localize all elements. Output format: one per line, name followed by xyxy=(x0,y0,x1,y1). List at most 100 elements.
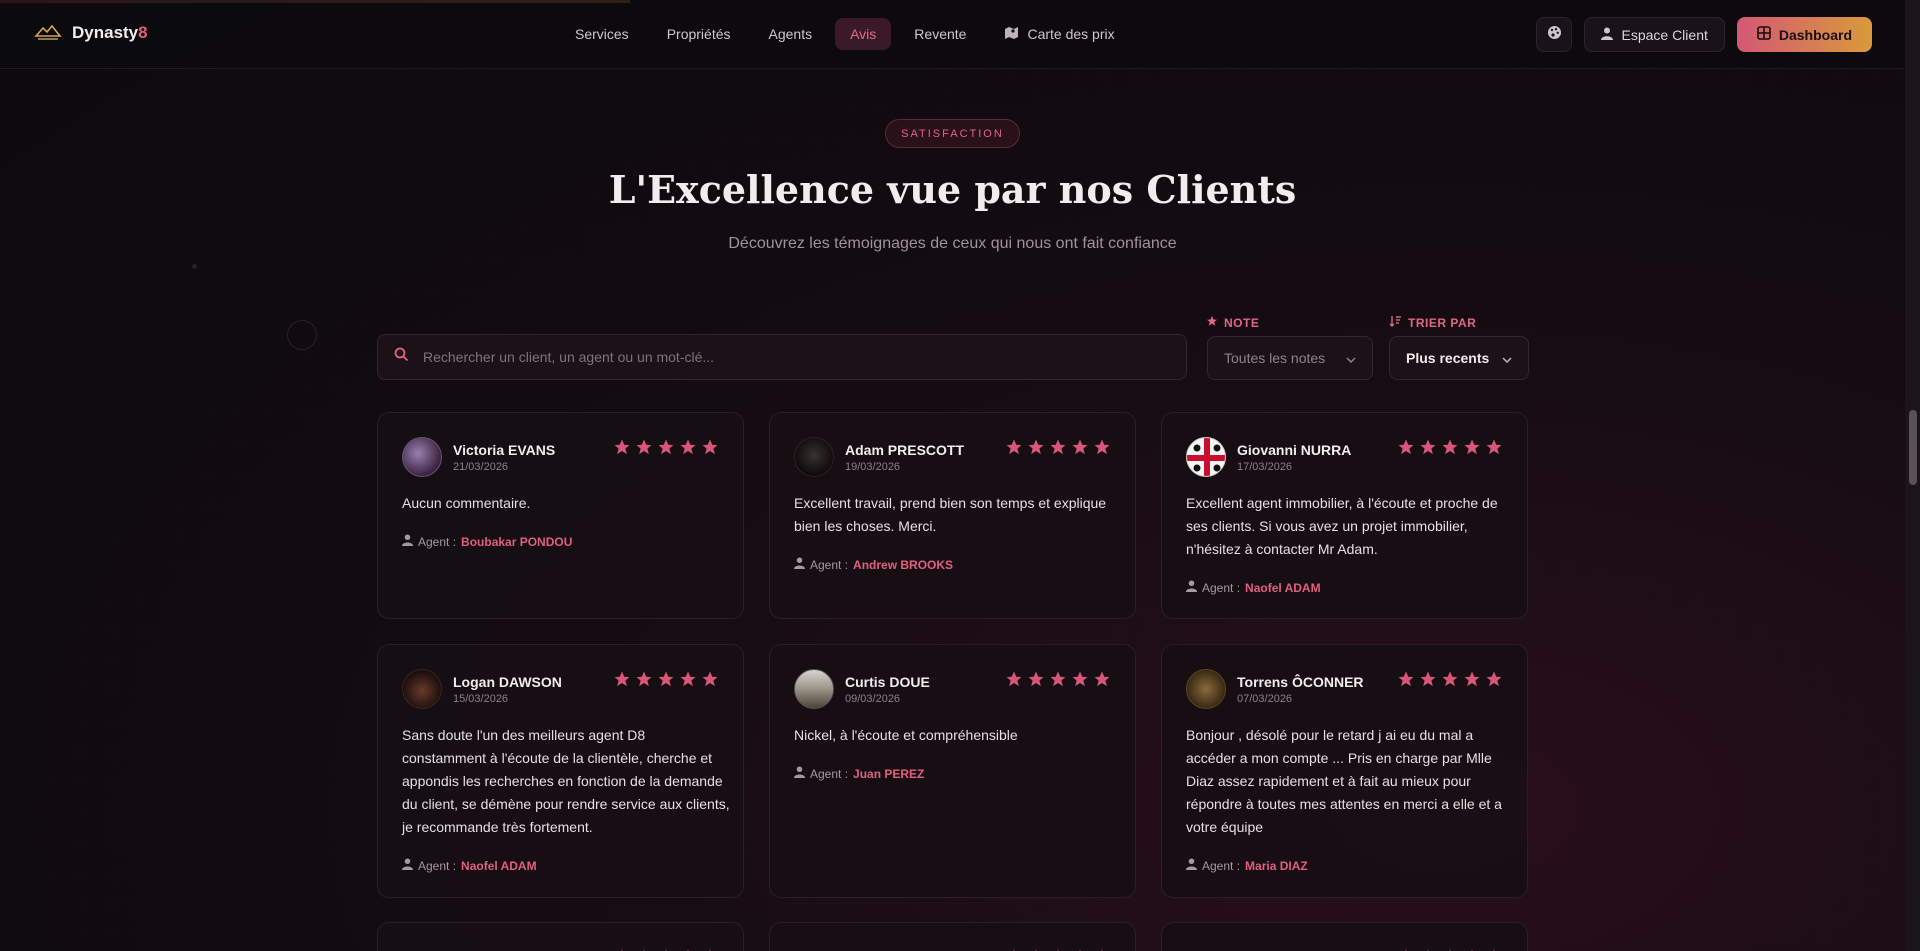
avatar xyxy=(794,437,834,477)
review-card xyxy=(377,922,744,951)
avatar xyxy=(794,669,834,709)
star-icon xyxy=(1485,438,1503,461)
nav-actions: Espace Client Dashboard xyxy=(1536,17,1872,52)
review-date: 09/03/2026 xyxy=(845,693,901,705)
user-icon xyxy=(1601,27,1614,43)
agent-link[interactable]: Naofel ADAM xyxy=(1245,581,1321,595)
star-icon xyxy=(1397,438,1415,461)
grid-icon xyxy=(1757,26,1771,43)
review-agent: Agent : Andrew BROOKS xyxy=(794,557,953,572)
review-date: 21/03/2026 xyxy=(453,461,509,473)
review-card xyxy=(769,922,1136,951)
star-rating xyxy=(1397,670,1503,693)
review-text: Excellent travail, prend bien son temps … xyxy=(794,495,1107,534)
nav-avis[interactable]: Avis xyxy=(835,18,892,50)
star-icon xyxy=(657,438,675,461)
section-badge: SATISFACTION xyxy=(885,119,1020,148)
review-card xyxy=(1161,922,1528,951)
agent-link[interactable]: Naofel ADAM xyxy=(461,859,537,873)
sort-filter-label: TRIER PAR xyxy=(1389,315,1476,330)
page-subtitle: Découvrez les témoignages de ceux qui no… xyxy=(728,235,1177,252)
sort-icon xyxy=(1389,315,1402,330)
brand-name: Dynasty8 xyxy=(72,23,148,42)
decorative-circle xyxy=(287,320,317,350)
star-rating xyxy=(1005,670,1111,693)
star-icon xyxy=(1071,438,1089,461)
star-icon xyxy=(1093,670,1111,693)
star-rating xyxy=(613,670,719,693)
review-agent: Agent : Naofel ADAM xyxy=(402,858,537,873)
palette-icon xyxy=(1547,25,1562,45)
user-icon xyxy=(402,858,413,873)
user-icon xyxy=(1186,580,1197,595)
page-scrollbar[interactable] xyxy=(1905,0,1920,951)
star-icon xyxy=(1005,670,1023,693)
review-agent: Agent : Naofel ADAM xyxy=(1186,580,1321,595)
review-card: Torrens ÔCONNER 07/03/2026 Bonjour , dés… xyxy=(1161,644,1528,898)
brand[interactable]: Dynasty8 xyxy=(34,22,148,44)
top-navbar: Dynasty8 Services Propriétés Agents Avis… xyxy=(0,0,1920,69)
user-icon xyxy=(402,534,413,549)
review-agent: Agent : Maria DIAZ xyxy=(1186,858,1308,873)
star-rating xyxy=(1397,438,1503,461)
star-icon xyxy=(1071,670,1089,693)
page-title: L'Excellence vue par nos Clients xyxy=(608,167,1297,212)
review-card: Victoria EVANS 21/03/2026 Aucun commenta… xyxy=(377,412,744,619)
review-text: Aucun commentaire. xyxy=(402,495,531,511)
agent-link[interactable]: Andrew BROOKS xyxy=(853,558,953,572)
note-filter-label: NOTE xyxy=(1206,315,1259,330)
avatar xyxy=(1186,669,1226,709)
search-box[interactable] xyxy=(377,334,1187,380)
map-icon xyxy=(1004,26,1019,43)
review-text: Excellent agent immobilier, à l'écoute e… xyxy=(1186,495,1498,557)
main-nav: Services Propriétés Agents Avis Revente … xyxy=(560,18,1130,50)
star-icon xyxy=(1419,438,1437,461)
star-icon xyxy=(1049,438,1067,461)
review-date: 19/03/2026 xyxy=(845,461,901,473)
star-icon xyxy=(1397,670,1415,693)
star-icon xyxy=(679,438,697,461)
theme-palette-button[interactable] xyxy=(1536,17,1573,52)
star-icon xyxy=(1463,438,1481,461)
agent-link[interactable]: Boubakar PONDOU xyxy=(461,535,572,549)
user-icon xyxy=(794,557,805,572)
review-date: 17/03/2026 xyxy=(1237,461,1293,473)
review-text: Sans doute l'un des meilleurs agent D8 c… xyxy=(402,727,730,835)
star-icon xyxy=(1441,438,1459,461)
review-card: Curtis DOUE 09/03/2026 Nickel, à l'écout… xyxy=(769,644,1136,898)
dashboard-button[interactable]: Dashboard xyxy=(1736,17,1872,52)
review-author: Adam PRESCOTT xyxy=(845,442,965,458)
review-agent: Agent : Boubakar PONDOU xyxy=(402,534,572,549)
user-icon xyxy=(1186,858,1197,873)
nav-revente[interactable]: Revente xyxy=(899,18,981,50)
note-select[interactable]: Toutes les notes xyxy=(1207,336,1373,380)
sort-select[interactable]: Plus recents xyxy=(1389,336,1529,380)
review-author: Giovanni NURRA xyxy=(1237,442,1352,458)
star-icon xyxy=(679,670,697,693)
star-icon xyxy=(1485,670,1503,693)
review-card: Giovanni NURRA 17/03/2026 Excellent agen… xyxy=(1161,412,1528,619)
review-date: 15/03/2026 xyxy=(453,693,509,705)
star-icon xyxy=(701,438,719,461)
agent-link[interactable]: Juan PEREZ xyxy=(853,767,924,781)
avatar xyxy=(402,437,442,477)
star-icon xyxy=(1093,438,1111,461)
star-icon xyxy=(1049,670,1067,693)
brand-logo-icon xyxy=(34,22,62,44)
espace-client-button[interactable]: Espace Client xyxy=(1584,17,1725,52)
review-card: Logan DAWSON 15/03/2026 Sans doute l'un … xyxy=(377,644,744,898)
nav-agents[interactable]: Agents xyxy=(754,18,828,50)
nav-carte-des-prix[interactable]: Carte des prix xyxy=(989,18,1129,50)
star-icon xyxy=(1419,670,1437,693)
star-icon xyxy=(1463,670,1481,693)
nav-services[interactable]: Services xyxy=(560,18,644,50)
star-icon xyxy=(635,670,653,693)
star-icon xyxy=(657,670,675,693)
nav-proprietes[interactable]: Propriétés xyxy=(652,18,746,50)
scrollbar-thumb[interactable] xyxy=(1909,410,1917,485)
search-input[interactable] xyxy=(423,349,1123,365)
star-icon xyxy=(701,670,719,693)
review-text: Bonjour , désolé pour le retard j ai eu … xyxy=(1186,727,1502,835)
agent-link[interactable]: Maria DIAZ xyxy=(1245,859,1308,873)
chevron-down-icon xyxy=(1346,350,1356,366)
